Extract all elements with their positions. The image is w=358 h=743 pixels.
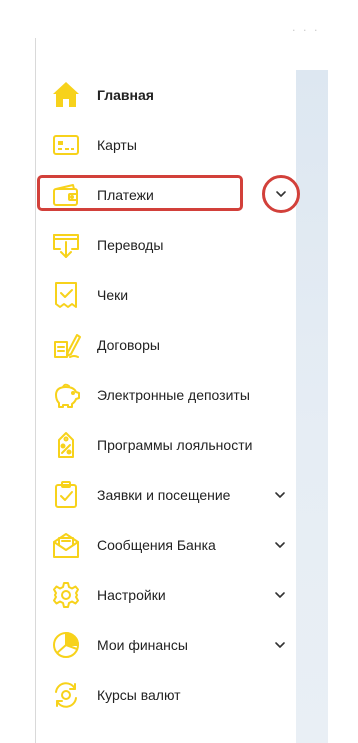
sidebar-border: [35, 38, 36, 743]
currency-exchange-icon: [50, 679, 82, 711]
sidebar-item-label: Переводы: [97, 237, 164, 253]
top-edge-fragment: · · ·: [292, 24, 320, 37]
payments-expand-button[interactable]: [262, 175, 300, 213]
sidebar-item-transfers[interactable]: Переводы: [50, 220, 296, 270]
main-content-panel: [296, 70, 328, 743]
sidebar-item-deposits[interactable]: Электронные депозиты: [50, 370, 296, 420]
sidebar-item-cards[interactable]: Карты: [50, 120, 296, 170]
chevron-down-icon[interactable]: [272, 587, 288, 603]
sidebar-item-label: Настройки: [97, 587, 166, 603]
sidebar-item-my-finances[interactable]: Мои финансы: [50, 620, 296, 670]
sidebar-item-requests[interactable]: Заявки и посещение: [50, 470, 296, 520]
sidebar-item-label: Электронные депозиты: [97, 387, 250, 403]
sidebar-item-settings[interactable]: Настройки: [50, 570, 296, 620]
pie-chart-icon: [50, 629, 82, 661]
chevron-down-icon[interactable]: [272, 487, 288, 503]
sidebar-item-contracts[interactable]: Договоры: [50, 320, 296, 370]
sidebar-item-receipts[interactable]: Чеки: [50, 270, 296, 320]
piggy-bank-icon: [50, 379, 82, 411]
sidebar-item-label: Сообщения Банка: [97, 537, 216, 553]
gear-icon: [50, 579, 82, 611]
transfer-icon: [50, 229, 82, 261]
contract-icon: [50, 329, 82, 361]
sidebar-item-label: Главная: [97, 87, 154, 103]
sidebar-item-loyalty[interactable]: Программы лояльности: [50, 420, 296, 470]
chevron-down-icon[interactable]: [272, 637, 288, 653]
sidebar-menu: Главная Карты Платежи Переводы Чеки Дого…: [50, 70, 296, 720]
sidebar-item-label: Мои финансы: [97, 637, 188, 653]
sidebar-item-label: Договоры: [97, 337, 160, 353]
sidebar-item-label: Заявки и посещение: [97, 487, 231, 503]
sidebar-item-label: Курсы валют: [97, 687, 181, 703]
sidebar-item-label: Платежи: [97, 187, 154, 203]
chevron-down-icon[interactable]: [272, 537, 288, 553]
sidebar-item-exchange-rates[interactable]: Курсы валют: [50, 670, 296, 720]
loyalty-tag-icon: [50, 429, 82, 461]
sidebar-item-label: Чеки: [97, 287, 129, 303]
sidebar-item-payments[interactable]: Платежи: [50, 170, 296, 220]
sidebar-item-label: Карты: [97, 137, 137, 153]
clipboard-check-icon: [50, 479, 82, 511]
receipt-icon: [50, 279, 82, 311]
chevron-down-icon: [276, 191, 286, 197]
sidebar-item-home[interactable]: Главная: [50, 70, 296, 120]
sidebar-item-bank-messages[interactable]: Сообщения Банка: [50, 520, 296, 570]
mail-icon: [50, 529, 82, 561]
home-icon: [50, 79, 82, 111]
card-icon: [50, 129, 82, 161]
wallet-icon: [50, 179, 82, 211]
sidebar-item-label: Программы лояльности: [97, 437, 253, 453]
